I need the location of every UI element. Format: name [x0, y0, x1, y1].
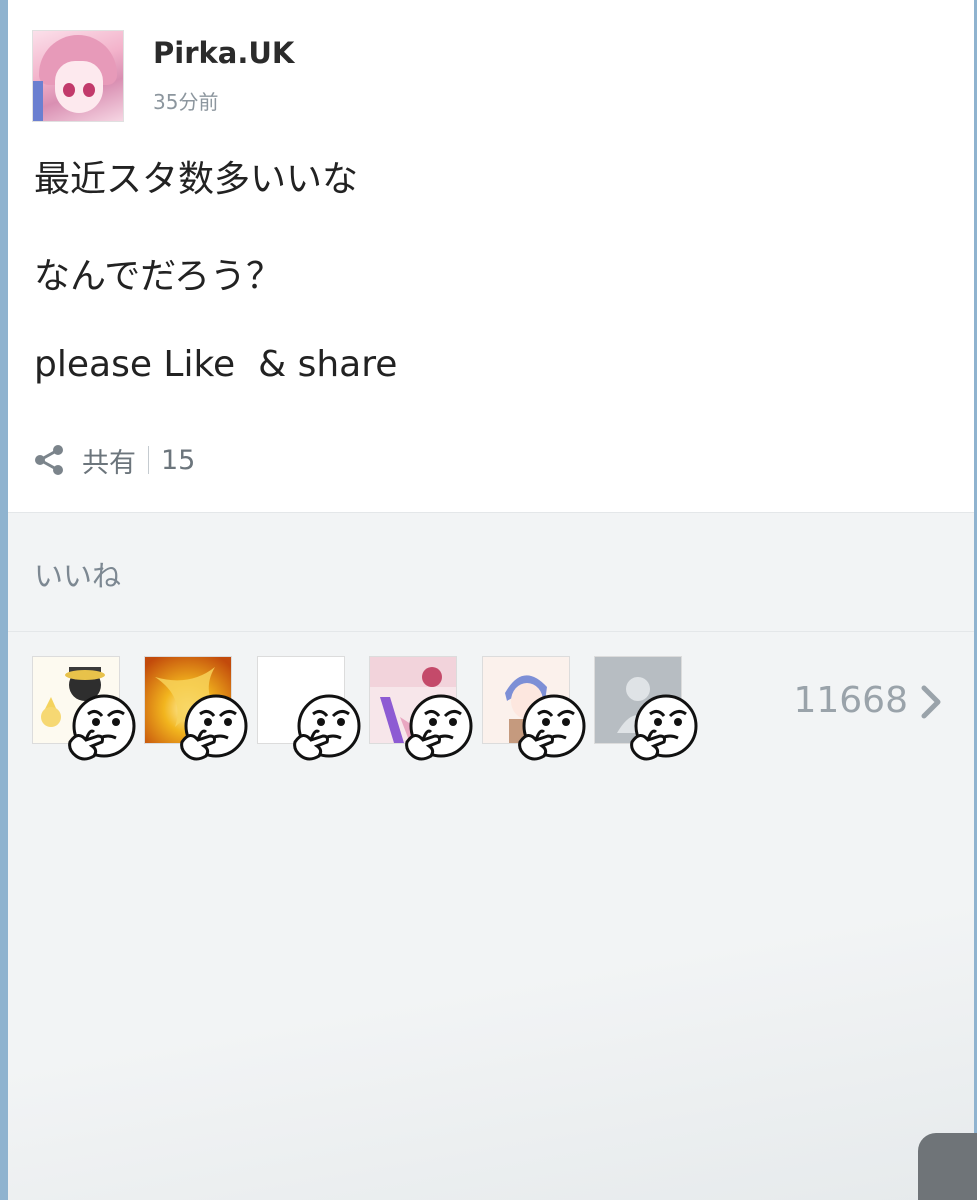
author-name[interactable]: Pirka.UK	[153, 36, 294, 70]
share-count: 15	[161, 444, 196, 476]
chevron-right-icon[interactable]	[916, 682, 946, 722]
thinking-face-sticker-icon	[68, 694, 136, 761]
liker-item[interactable]	[144, 656, 274, 766]
likes-header: いいね	[8, 513, 974, 632]
share-label: 共有	[82, 447, 136, 479]
likes-count[interactable]: 11668	[793, 680, 908, 721]
floating-tab[interactable]	[918, 1133, 977, 1200]
share-icon	[35, 445, 63, 475]
thinking-face-sticker-icon	[405, 694, 473, 761]
post-text-line: なんでだろう？	[34, 256, 283, 297]
thinking-face-sticker-icon	[180, 694, 248, 761]
liker-item[interactable]	[257, 656, 387, 766]
post-text-line: 最近スタ数多いいな	[34, 159, 359, 200]
liker-item[interactable]	[594, 656, 724, 766]
post-card: Pirka.UK 35分前 最近スタ数多いいな なんでだろう？ please L…	[8, 0, 974, 513]
separator	[148, 446, 149, 474]
post-text-line: please Like & share	[34, 344, 398, 385]
thinking-face-sticker-icon	[518, 694, 586, 761]
liker-item[interactable]	[482, 656, 612, 766]
likers-row[interactable]: 11668	[8, 632, 974, 762]
share-button[interactable]: 共有 15	[32, 440, 195, 480]
likes-title: いいね	[34, 559, 122, 593]
liker-item[interactable]	[32, 656, 162, 766]
thinking-face-sticker-icon	[630, 694, 698, 761]
thinking-face-sticker-icon	[293, 694, 361, 761]
post-timestamp: 35分前	[153, 90, 219, 114]
author-avatar[interactable]	[32, 30, 124, 122]
background-shade	[8, 763, 974, 1200]
liker-item[interactable]	[369, 656, 499, 766]
